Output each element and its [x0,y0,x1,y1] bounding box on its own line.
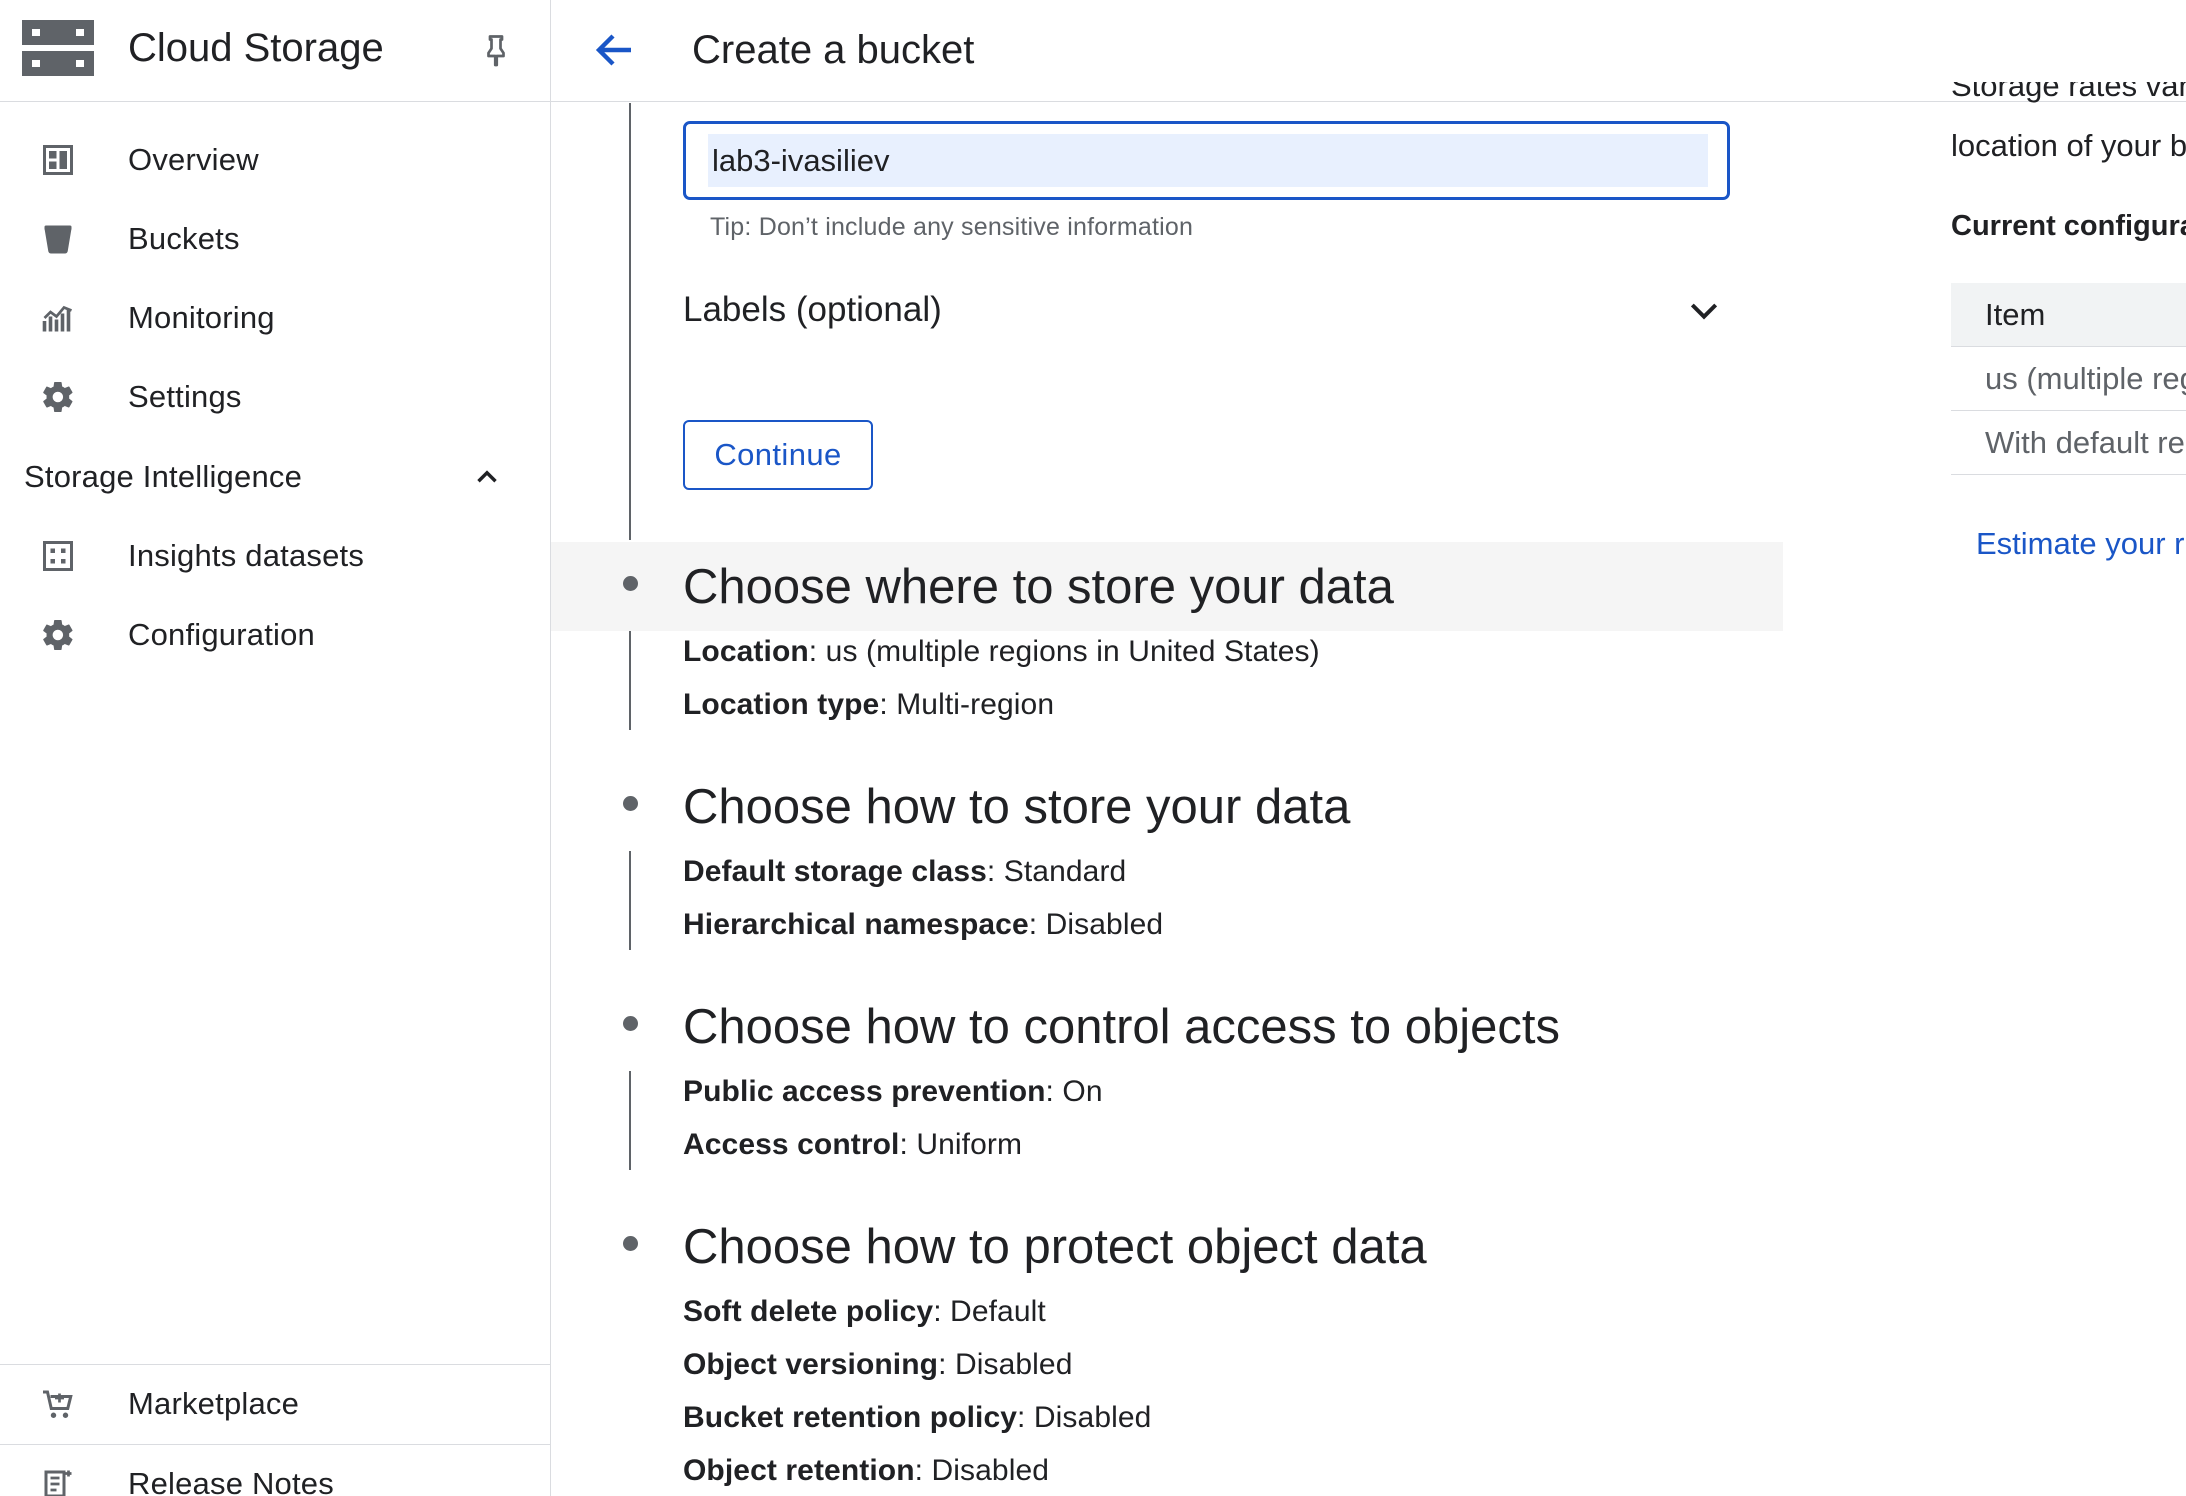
detail-value: : On [1045,1075,1103,1108]
detail-value: : Disabled [1017,1401,1152,1434]
divider [0,1364,550,1365]
sidebar-item-overview[interactable]: Overview [0,124,550,196]
sidebar-item-label: Marketplace [128,1386,300,1421]
overview-icon [43,145,73,175]
sidebar-item-monitoring[interactable]: Monitoring [0,282,550,354]
detail-key: Hierarchical namespace [683,908,1029,941]
sidebar-item-label: Settings [128,379,242,414]
cloud-storage-logo-icon [22,20,94,76]
step-detail: Default storage class: Standard [683,853,1126,891]
pricing-note-line: location of your b [1951,128,2186,163]
divider [0,1444,550,1445]
step-detail: Location type: Multi-region [683,686,1054,724]
page-title: Create a bucket [692,28,975,72]
step-detail: Object versioning: Disabled [683,1346,1073,1384]
step-detail: Location: us (multiple regions in United… [683,633,1320,671]
gear-icon [43,619,73,651]
step-detail: Bucket retention policy: Disabled [683,1399,1151,1437]
step-title: Choose where to store your data [683,560,1394,614]
step-dot [623,1236,638,1251]
step-detail: Object retention: Disabled [683,1452,1049,1490]
sidebar-header: Cloud Storage [0,0,550,102]
stepper-line [629,631,631,730]
insights-grid-icon [43,541,73,571]
pricing-note-text: Storage rates vary [1951,82,2186,103]
table-row: us (multiple reg [1951,347,2186,411]
sidebar-item-insights-datasets[interactable]: Insights datasets [0,520,550,592]
chevron-down-icon [1690,303,1718,320]
bucket-name-field[interactable] [683,121,1730,200]
pricing-note-line: Storage rates vary [1951,82,2186,106]
detail-key: Soft delete policy [683,1295,934,1328]
detail-value: : Standard [986,855,1127,888]
sidebar-item-label: Monitoring [128,300,275,335]
table-header: Item [1951,283,2186,347]
sidebar-item-label: Configuration [128,617,315,652]
detail-key: Public access prevention [683,1075,1046,1108]
sidebar-item-settings[interactable]: Settings [0,361,550,433]
step-title: Choose how to control access to objects [683,1000,1561,1054]
step-title: Choose how to protect object data [683,1220,1427,1274]
detail-value: : Disabled [1028,908,1164,941]
back-arrow-icon[interactable] [591,26,639,74]
sidebar-item-buckets[interactable]: Buckets [0,203,550,275]
column-header-item: Item [1985,297,2046,332]
pin-icon[interactable] [478,32,514,68]
sidebar-item-label: Insights datasets [128,538,365,573]
marketplace-cart-icon [43,1390,73,1418]
step-dot [623,1016,638,1031]
sidebar-item-release-notes[interactable]: Release Notes [0,1448,550,1496]
sidebar-item-label: Overview [128,142,259,177]
detail-key: Default storage class [683,855,987,888]
step-detail: Public access prevention: On [683,1073,1103,1111]
release-notes-icon [44,1470,72,1496]
chevron-up-icon [477,470,497,483]
pricing-summary-panel: Storage rates vary location of your b Cu… [1951,0,2186,1496]
detail-value: : us (multiple regions in United States) [808,635,1320,668]
detail-key: Location [683,635,809,668]
sidebar-item-configuration[interactable]: Configuration [0,599,550,671]
step-dot [623,796,638,811]
gear-icon [43,381,73,413]
step-detail: Access control: Uniform [683,1126,1022,1164]
labels-expander[interactable]: Labels (optional) [683,278,1733,338]
sidebar-item-label: Buckets [128,221,240,256]
step-detail: Soft delete policy: Default [683,1293,1046,1331]
sidebar: Cloud Storage Overview Buckets Monitorin… [0,0,551,1496]
current-configuration-heading: Current configura [1951,210,2186,242]
estimate-cost-link[interactable]: Estimate your r [1976,524,2184,564]
bucket-icon [44,225,72,254]
bucket-name-input[interactable] [708,134,1708,187]
sidebar-title: Cloud Storage [128,26,384,70]
sidebar-item-marketplace[interactable]: Marketplace [0,1368,550,1440]
bucket-name-tip: Tip: Don’t include any sensitive informa… [710,213,1194,241]
detail-value: : Default [933,1295,1046,1328]
table-row: With default re [1951,411,2186,475]
detail-value: : Disabled [914,1454,1050,1487]
step-title: Choose how to store your data [683,780,1351,834]
stepper-line [629,851,631,950]
detail-value: : Multi-region [879,688,1055,721]
sidebar-item-label: Release Notes [128,1466,334,1496]
stepper-line [629,103,631,540]
detail-key: Location type [683,688,880,721]
detail-value: : Disabled [938,1348,1073,1381]
monitoring-icon [42,305,73,332]
detail-key: Object versioning [683,1348,939,1381]
sidebar-section-storage-intelligence[interactable]: Storage Intelligence [0,444,550,510]
top-bar: Create a bucket [551,0,2186,102]
stepper-line [629,1071,631,1170]
continue-button[interactable]: Continue [683,420,873,490]
table-cell: us (multiple reg [1985,361,2186,396]
create-bucket-form: Tip: Don’t include any sensitive informa… [551,103,2186,1496]
detail-key: Object retention [683,1454,915,1487]
detail-value: : Uniform [899,1128,1023,1161]
step-detail: Hierarchical namespace: Disabled [683,906,1163,944]
step-dot [623,576,638,591]
sidebar-section-label: Storage Intelligence [24,459,303,494]
labels-label: Labels (optional) [683,290,942,329]
table-cell: With default re [1985,425,2185,460]
detail-key: Bucket retention policy [683,1401,1018,1434]
detail-key: Access control [683,1128,900,1161]
